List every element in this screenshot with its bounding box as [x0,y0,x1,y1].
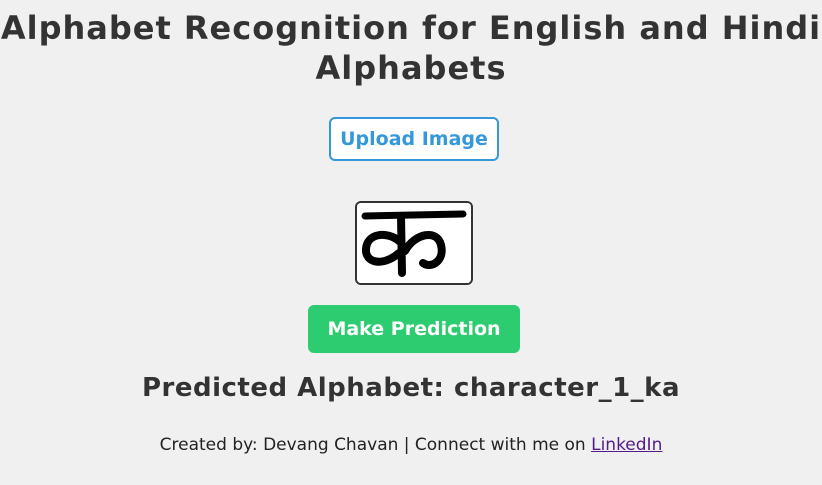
uploaded-image-preview: क [355,201,473,285]
page-title: Alphabet Recognition for English and Hin… [0,9,822,87]
upload-image-button[interactable]: Upload Image [329,117,499,161]
prediction-result: Predicted Alphabet: character_1_ka [141,373,681,403]
footer: Created by: Devang Chavan | Connect with… [0,434,822,456]
linkedin-link[interactable]: LinkedIn [591,435,662,455]
make-prediction-button[interactable]: Make Prediction [308,305,520,353]
footer-credit-text: Created by: Devang Chavan | Connect with… [159,435,592,455]
hindi-character-image: क [357,203,471,283]
